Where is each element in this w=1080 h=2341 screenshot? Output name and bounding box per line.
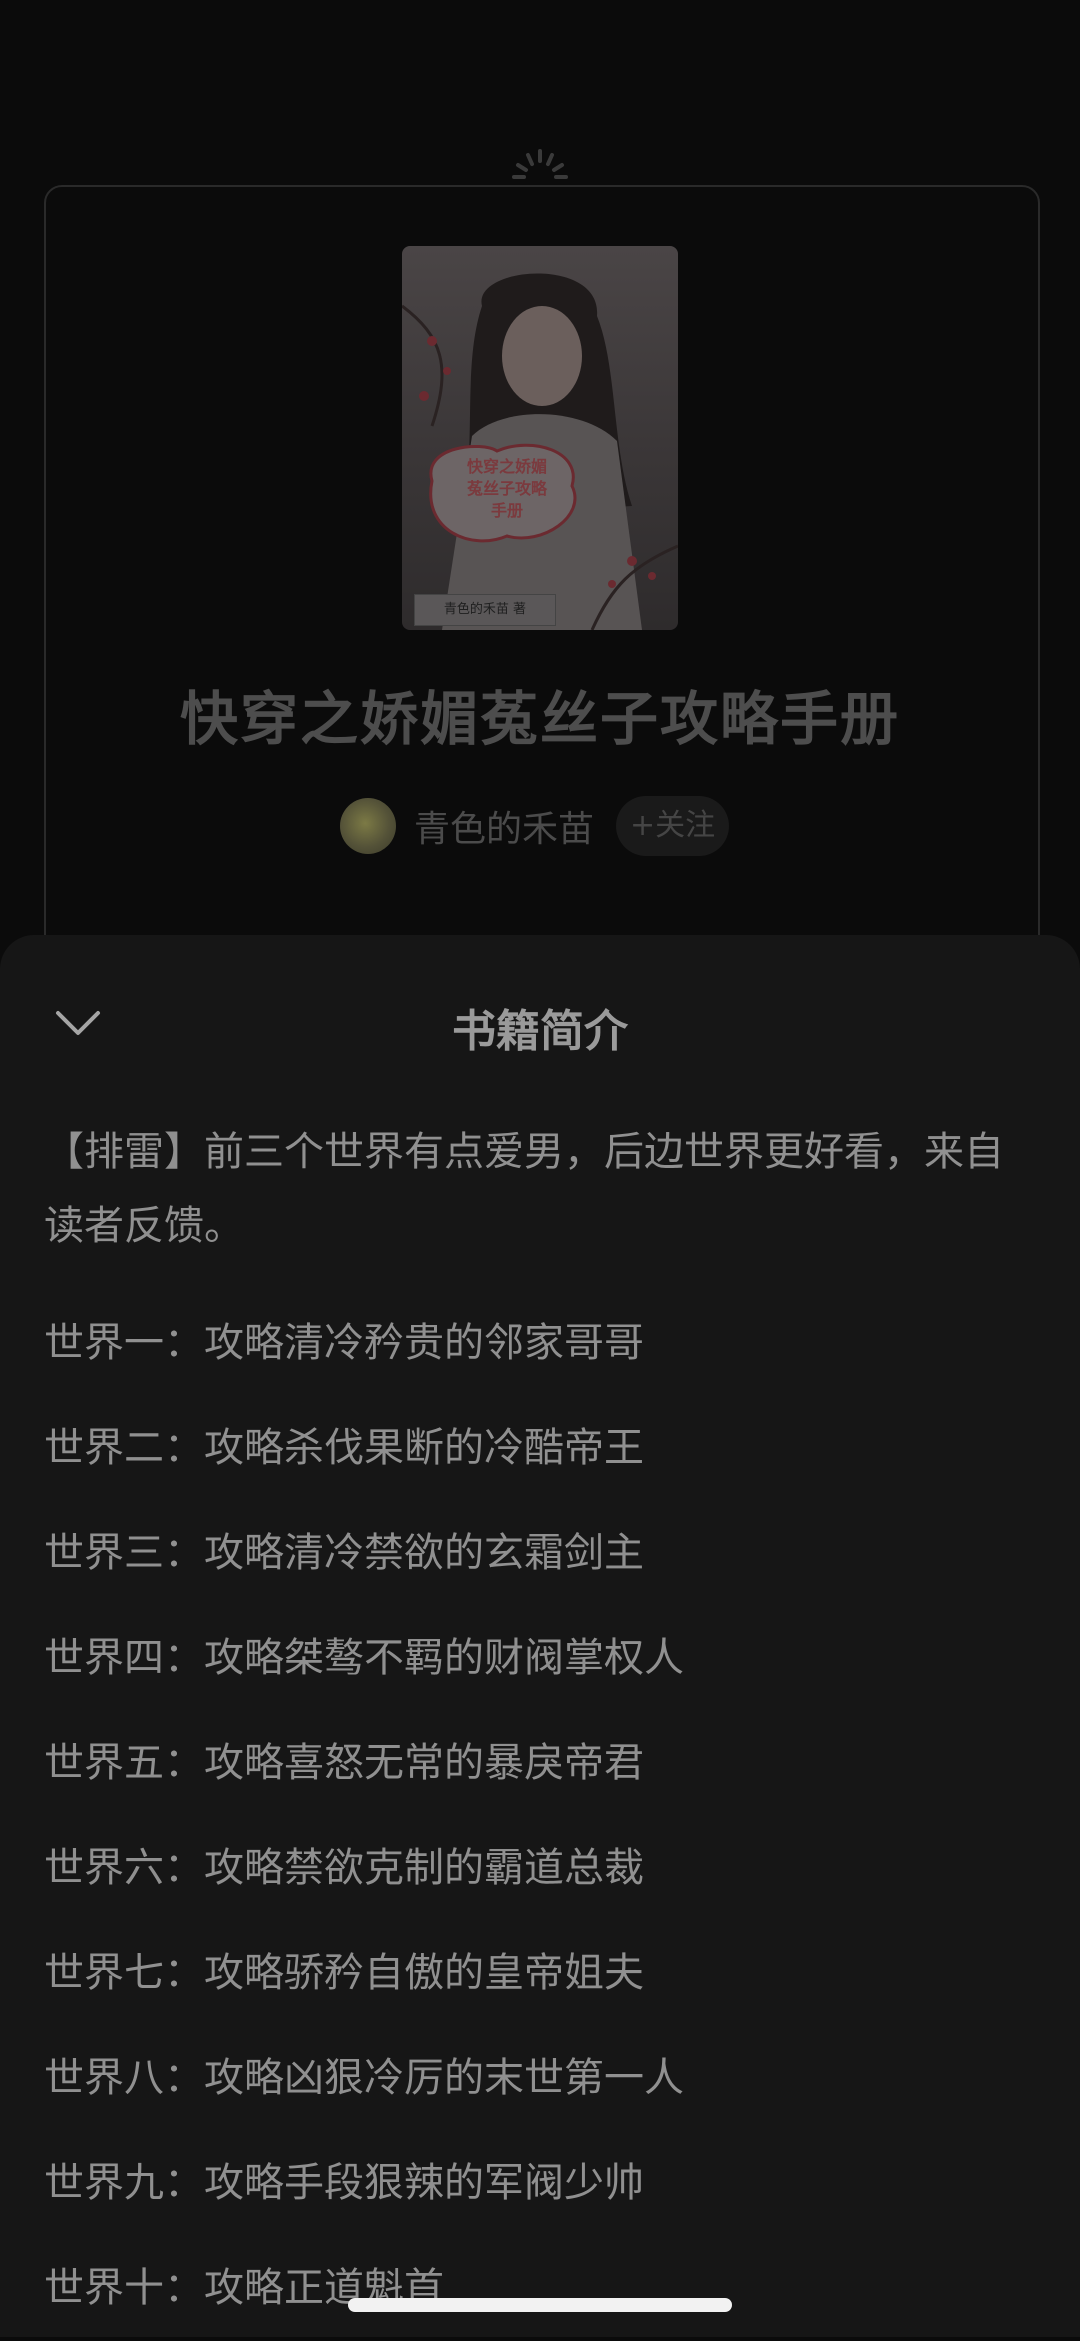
list-item: 世界一：攻略清冷矜贵的邻家哥哥 (44, 1320, 644, 1366)
intro-text: 【排雷】前三个世界有点爱男，后边世界更好看，来自读者反馈。 (44, 1129, 1004, 1249)
cover-title: 快穿之娇媚 菟丝子攻略 手册 (466, 457, 547, 520)
list-item: 世界五：攻略喜怒无常的暴戾帝君 (44, 1740, 644, 1786)
book-cover[interactable]: 快穿之娇媚 菟丝子攻略 手册 青色的禾苗 著 (402, 246, 678, 630)
list-item: 世界八：攻略凶狠冷厉的末世第一人 (44, 2055, 684, 2101)
cover-illustration (402, 273, 678, 630)
list-item: 世界二：攻略杀伐果断的冷酷帝王 (44, 1425, 644, 1471)
sheet-header: 书籍简介 (0, 935, 1080, 1105)
list-item: 世界四：攻略桀骜不羁的财阀掌权人 (44, 1635, 684, 1681)
home-indicator[interactable] (348, 2298, 732, 2312)
sheet-title: 书籍简介 (452, 1006, 628, 1057)
author-row: 青色的禾苗 +关注 (340, 795, 730, 857)
world-list: 世界一：攻略清冷矜贵的邻家哥哥 世界二：攻略杀伐果断的冷酷帝王 世界三：攻略清冷… (44, 1291, 1024, 2341)
book-title: 快穿之娇媚菟丝子攻略手册 (179, 685, 900, 753)
follow-button[interactable]: +关注 (616, 796, 730, 856)
cover-author-tag: 青色的禾苗 著 (414, 594, 556, 626)
list-item: 世界十：攻略正道魁首 (44, 2265, 444, 2311)
book-header: 快穿之娇媚 菟丝子攻略 手册 青色的禾苗 著 快穿之娇媚菟丝子攻略手册 青色的禾… (0, 0, 1080, 949)
loading-spinner-icon (512, 149, 568, 179)
list-item: 世界七：攻略骄矜自傲的皇帝姐夫 (44, 1950, 644, 1996)
list-item: 世界三：攻略清冷禁欲的玄霜剑主 (44, 1530, 644, 1576)
book-intro-sheet: 书籍简介 【排雷】前三个世界有点爱男，后边世界更好看，来自读者反馈。 世界一：攻… (0, 935, 1080, 2337)
list-item: 世界六：攻略禁欲克制的霸道总裁 (44, 1845, 644, 1891)
list-item: 世界九：攻略手段狠辣的军阀少帅 (44, 2160, 644, 2206)
author-avatar[interactable] (340, 798, 396, 854)
author-name[interactable]: 青色的禾苗 (414, 800, 594, 852)
